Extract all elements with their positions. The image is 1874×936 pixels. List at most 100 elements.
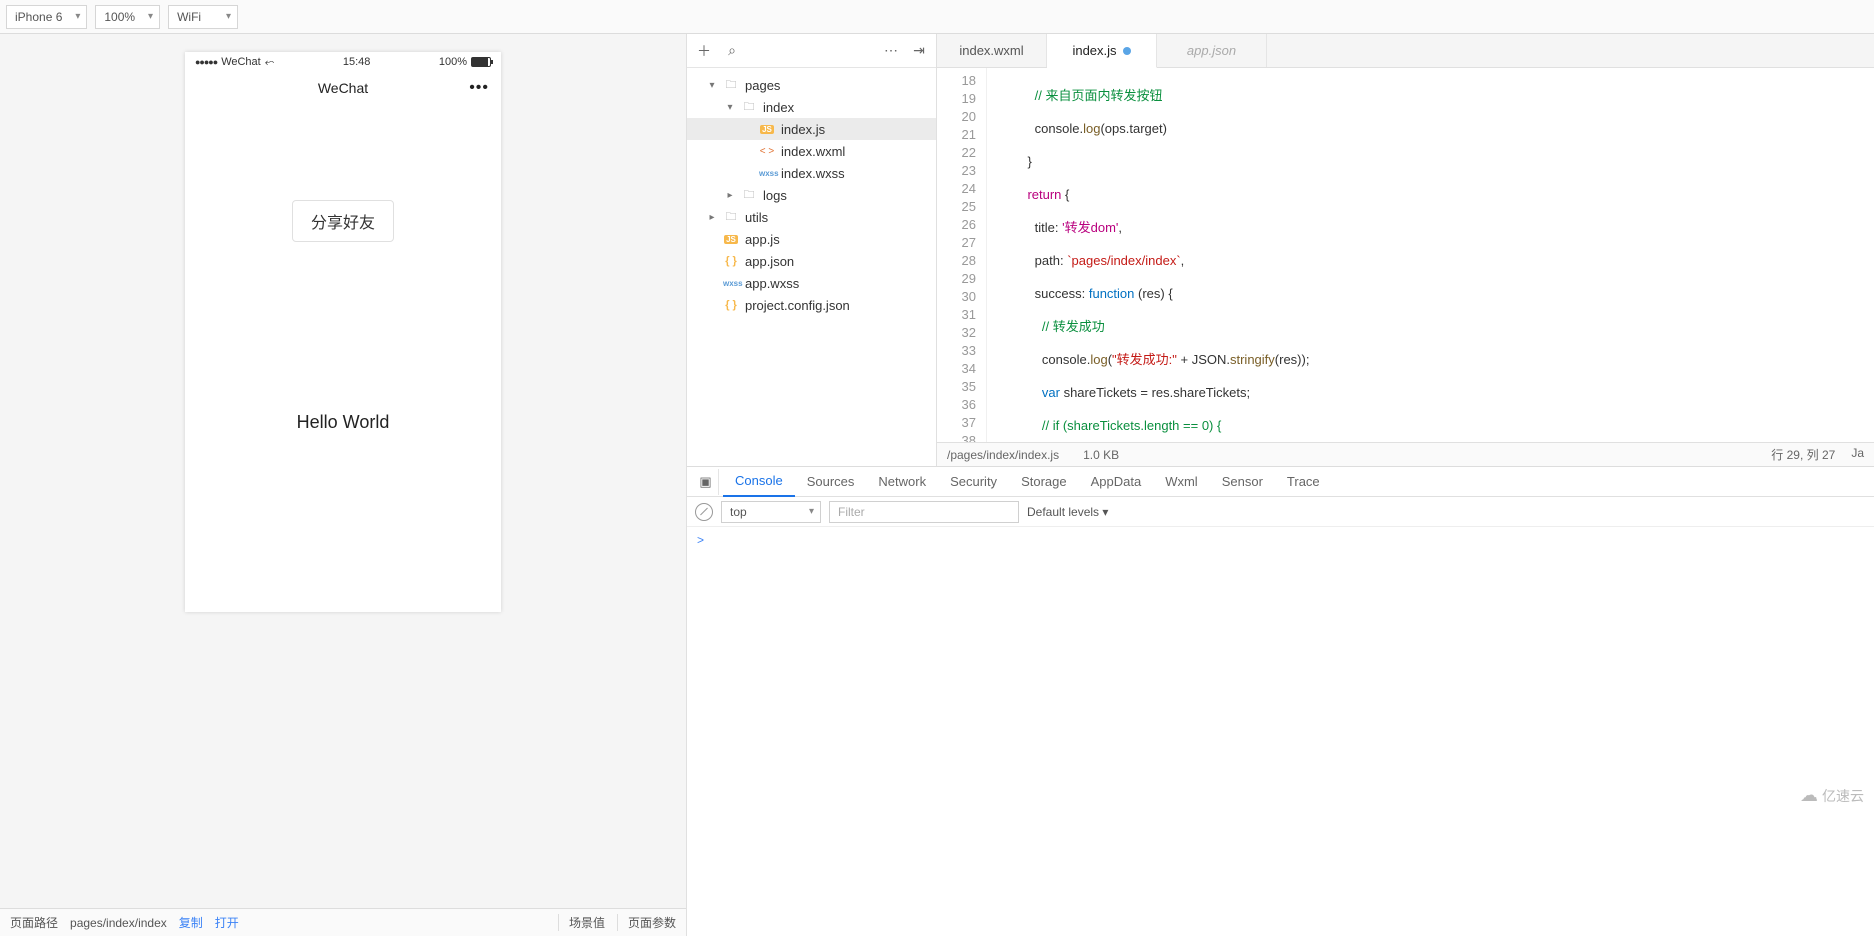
more-icon[interactable]: ⋯ xyxy=(882,42,900,60)
footer-page-params[interactable]: 页面参数 xyxy=(617,914,676,931)
tree-label: index.wxml xyxy=(781,144,845,159)
context-select[interactable]: top xyxy=(721,501,821,523)
phone-status-bar: ●●●●● WeChat ⬿ 15:48 100% xyxy=(185,52,501,72)
filter-input[interactable]: Filter xyxy=(829,501,1019,523)
tree-label: index.wxss xyxy=(781,166,845,181)
app-root: iPhone 6 100% WiFi ●●●●● WeChat ⬿ 15:48 xyxy=(0,0,1874,936)
phone-frame: ●●●●● WeChat ⬿ 15:48 100% WeChat ••• xyxy=(185,52,501,612)
nav-more-icon[interactable]: ••• xyxy=(469,79,489,97)
devtools-tab-console[interactable]: Console xyxy=(723,467,795,497)
new-file-icon[interactable]: ＋ xyxy=(695,42,713,60)
editor-tabs: index.wxml index.js app.json xyxy=(937,34,1874,68)
tree-folder-pages[interactable]: ▾🗀pages xyxy=(687,74,936,96)
file-explorer: ＋ ⌕ ⋯ ⇥ ▾🗀pages ▾🗀index JSindex.js < >in… xyxy=(687,34,937,466)
footer-scene-value[interactable]: 场景值 xyxy=(558,914,605,931)
devtools-tab-appdata[interactable]: AppData xyxy=(1079,467,1154,497)
devtools-tab-security[interactable]: Security xyxy=(938,467,1009,497)
network-select-value: WiFi xyxy=(177,10,201,24)
devtools-tab-sources[interactable]: Sources xyxy=(795,467,867,497)
device-select[interactable]: iPhone 6 xyxy=(6,5,87,29)
inspect-element-icon[interactable]: ▣ xyxy=(693,469,719,495)
battery-pct: 100% xyxy=(439,56,467,68)
watermark-text: 亿速云 xyxy=(1822,786,1864,806)
clear-console-icon[interactable] xyxy=(695,503,713,521)
zoom-select[interactable]: 100% xyxy=(95,5,160,29)
tree-file-app-wxss[interactable]: wxssapp.wxss xyxy=(687,272,936,294)
nav-title: WeChat xyxy=(318,80,368,96)
devtools-tab-storage[interactable]: Storage xyxy=(1009,467,1079,497)
carrier-label: WeChat xyxy=(221,56,261,68)
devtools-tab-trace[interactable]: Trace xyxy=(1275,467,1332,497)
editor: index.wxml index.js app.json 18192021222… xyxy=(937,34,1874,466)
tree-label: logs xyxy=(763,188,787,203)
tree-folder-logs[interactable]: ▸🗀logs xyxy=(687,184,936,206)
footer-open-link[interactable]: 打开 xyxy=(215,914,239,931)
wifi-icon: ⬿ xyxy=(265,55,275,70)
simulator-area: ●●●●● WeChat ⬿ 15:48 100% WeChat ••• xyxy=(0,34,686,936)
tab-index-js[interactable]: index.js xyxy=(1047,34,1157,68)
tree-file-project-config[interactable]: { }project.config.json xyxy=(687,294,936,316)
status-cursor: 行 29, 列 27 xyxy=(1771,446,1835,463)
simulator-footer: 页面路径 pages/index/index 复制 打开 场景值 页面参数 xyxy=(0,908,686,936)
devtools-tab-sensor[interactable]: Sensor xyxy=(1210,467,1275,497)
status-size: 1.0 KB xyxy=(1083,448,1119,462)
console-controls: top Filter Default levels ▾ xyxy=(687,497,1874,527)
dirty-indicator-icon xyxy=(1123,47,1131,55)
top-toolbar: iPhone 6 100% WiFi xyxy=(0,0,1874,34)
main-row: ●●●●● WeChat ⬿ 15:48 100% WeChat ••• xyxy=(0,34,1874,936)
simulator-pane: ●●●●● WeChat ⬿ 15:48 100% WeChat ••• xyxy=(0,34,686,936)
right-block: ＋ ⌕ ⋯ ⇥ ▾🗀pages ▾🗀index JSindex.js < >in… xyxy=(686,34,1874,936)
battery-icon xyxy=(471,57,491,67)
tree-label: utils xyxy=(745,210,768,225)
editor-row: ＋ ⌕ ⋯ ⇥ ▾🗀pages ▾🗀index JSindex.js < >in… xyxy=(687,34,1874,466)
search-icon[interactable]: ⌕ xyxy=(723,42,741,60)
tab-app-json[interactable]: app.json xyxy=(1157,34,1267,67)
tree-folder-index[interactable]: ▾🗀index xyxy=(687,96,936,118)
footer-copy-link[interactable]: 复制 xyxy=(179,914,203,931)
zoom-select-value: 100% xyxy=(104,10,135,24)
tab-label: index.js xyxy=(1072,43,1116,58)
log-level-select[interactable]: Default levels ▾ xyxy=(1027,505,1108,519)
simulator-controls: iPhone 6 100% WiFi xyxy=(0,0,242,33)
clock-label: 15:48 xyxy=(343,56,371,68)
line-gutter: 1819202122232425262728293031323334353637… xyxy=(937,68,987,442)
code-lines[interactable]: // 来自页面内转发按钮 console.log(ops.target) } r… xyxy=(1007,68,1874,442)
tree-file-index-wxml[interactable]: < >index.wxml xyxy=(687,140,936,162)
cloud-icon: ☁ xyxy=(1800,785,1818,806)
watermark: ☁ 亿速云 xyxy=(1800,785,1864,806)
tree-file-app-json[interactable]: { }app.json xyxy=(687,250,936,272)
tree-file-app-js[interactable]: JSapp.js xyxy=(687,228,936,250)
file-tree: ▾🗀pages ▾🗀index JSindex.js < >index.wxml… xyxy=(687,68,936,466)
devtools-tab-network[interactable]: Network xyxy=(866,467,938,497)
tab-index-wxml[interactable]: index.wxml xyxy=(937,34,1047,67)
tree-file-index-js[interactable]: JSindex.js xyxy=(687,118,936,140)
devtools-tabs: ▣ Console Sources Network Security Stora… xyxy=(687,467,1874,497)
tree-label: app.wxss xyxy=(745,276,799,291)
explorer-toolbar: ＋ ⌕ ⋯ ⇥ xyxy=(687,34,936,68)
collapse-icon[interactable]: ⇥ xyxy=(910,42,928,60)
tab-label: index.wxml xyxy=(959,43,1023,58)
tree-file-index-wxss[interactable]: wxssindex.wxss xyxy=(687,162,936,184)
tree-label: pages xyxy=(745,78,780,93)
devtools-tab-wxml[interactable]: Wxml xyxy=(1153,467,1210,497)
network-select[interactable]: WiFi xyxy=(168,5,238,29)
editor-status-bar: /pages/index/index.js 1.0 KB 行 29, 列 27 … xyxy=(937,442,1874,466)
tree-label: index.js xyxy=(781,122,825,137)
device-select-value: iPhone 6 xyxy=(15,10,62,24)
tab-label: app.json xyxy=(1187,43,1236,58)
fold-column xyxy=(987,68,1007,442)
code-area[interactable]: 1819202122232425262728293031323334353637… xyxy=(937,68,1874,442)
hello-world-text: Hello World xyxy=(297,412,390,433)
console-body[interactable]: > xyxy=(687,527,1874,936)
tree-folder-utils[interactable]: ▸🗀utils xyxy=(687,206,936,228)
tree-label: app.json xyxy=(745,254,794,269)
tree-label: app.js xyxy=(745,232,780,247)
status-lang: Ja xyxy=(1851,446,1864,463)
phone-body: 分享好友 Hello World xyxy=(185,104,501,612)
share-button[interactable]: 分享好友 xyxy=(292,200,394,242)
devtools-panel: ▣ Console Sources Network Security Stora… xyxy=(687,466,1874,936)
phone-nav-bar: WeChat ••• xyxy=(185,72,501,104)
console-prompt: > xyxy=(697,533,704,547)
footer-path-label: 页面路径 xyxy=(10,914,58,931)
tree-label: index xyxy=(763,100,794,115)
